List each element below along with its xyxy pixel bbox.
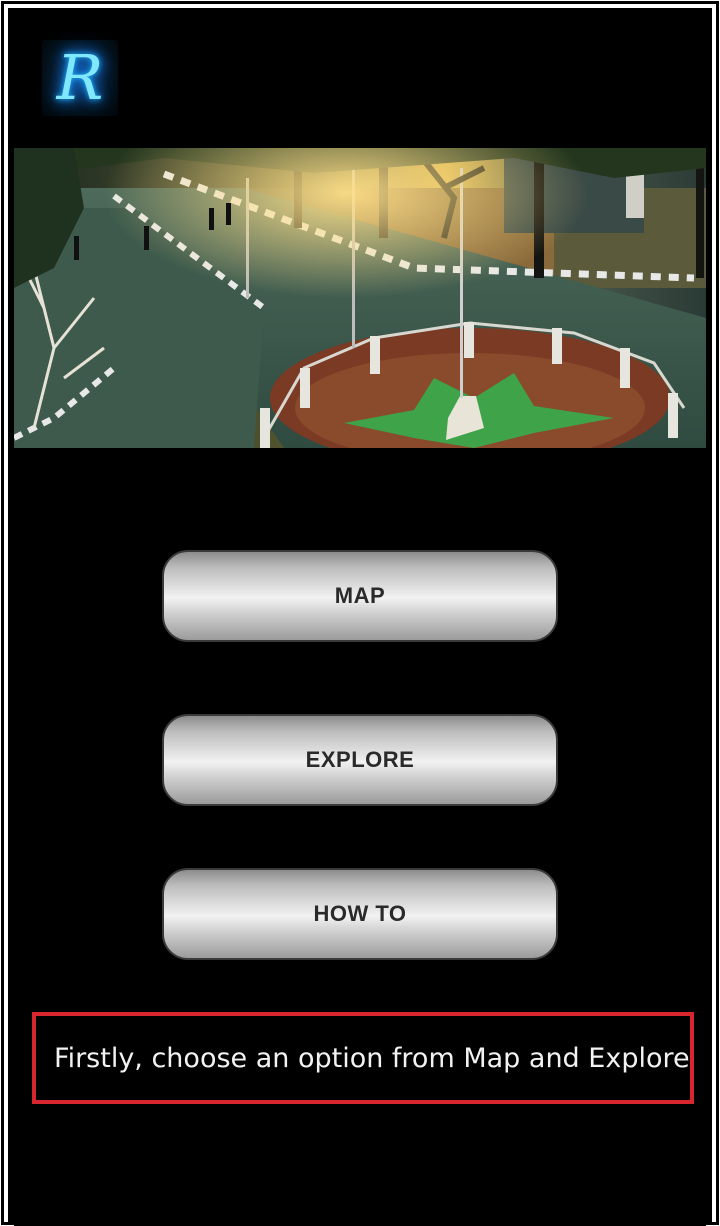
r-logo-icon: R	[42, 40, 118, 116]
campus-banner-image	[14, 148, 706, 448]
instruction-hint-text: Firstly, choose an option from Map and E…	[54, 1042, 690, 1074]
explore-button[interactable]: EXPLORE	[162, 714, 558, 806]
instruction-hint-box: Firstly, choose an option from Map and E…	[32, 1012, 694, 1104]
logo-letter: R	[56, 41, 104, 114]
map-button[interactable]: MAP	[162, 550, 558, 642]
main-screen: R MAP EXPLORE HOW TO Firstly, choose an …	[14, 14, 706, 1226]
how-to-button[interactable]: HOW TO	[162, 868, 558, 960]
